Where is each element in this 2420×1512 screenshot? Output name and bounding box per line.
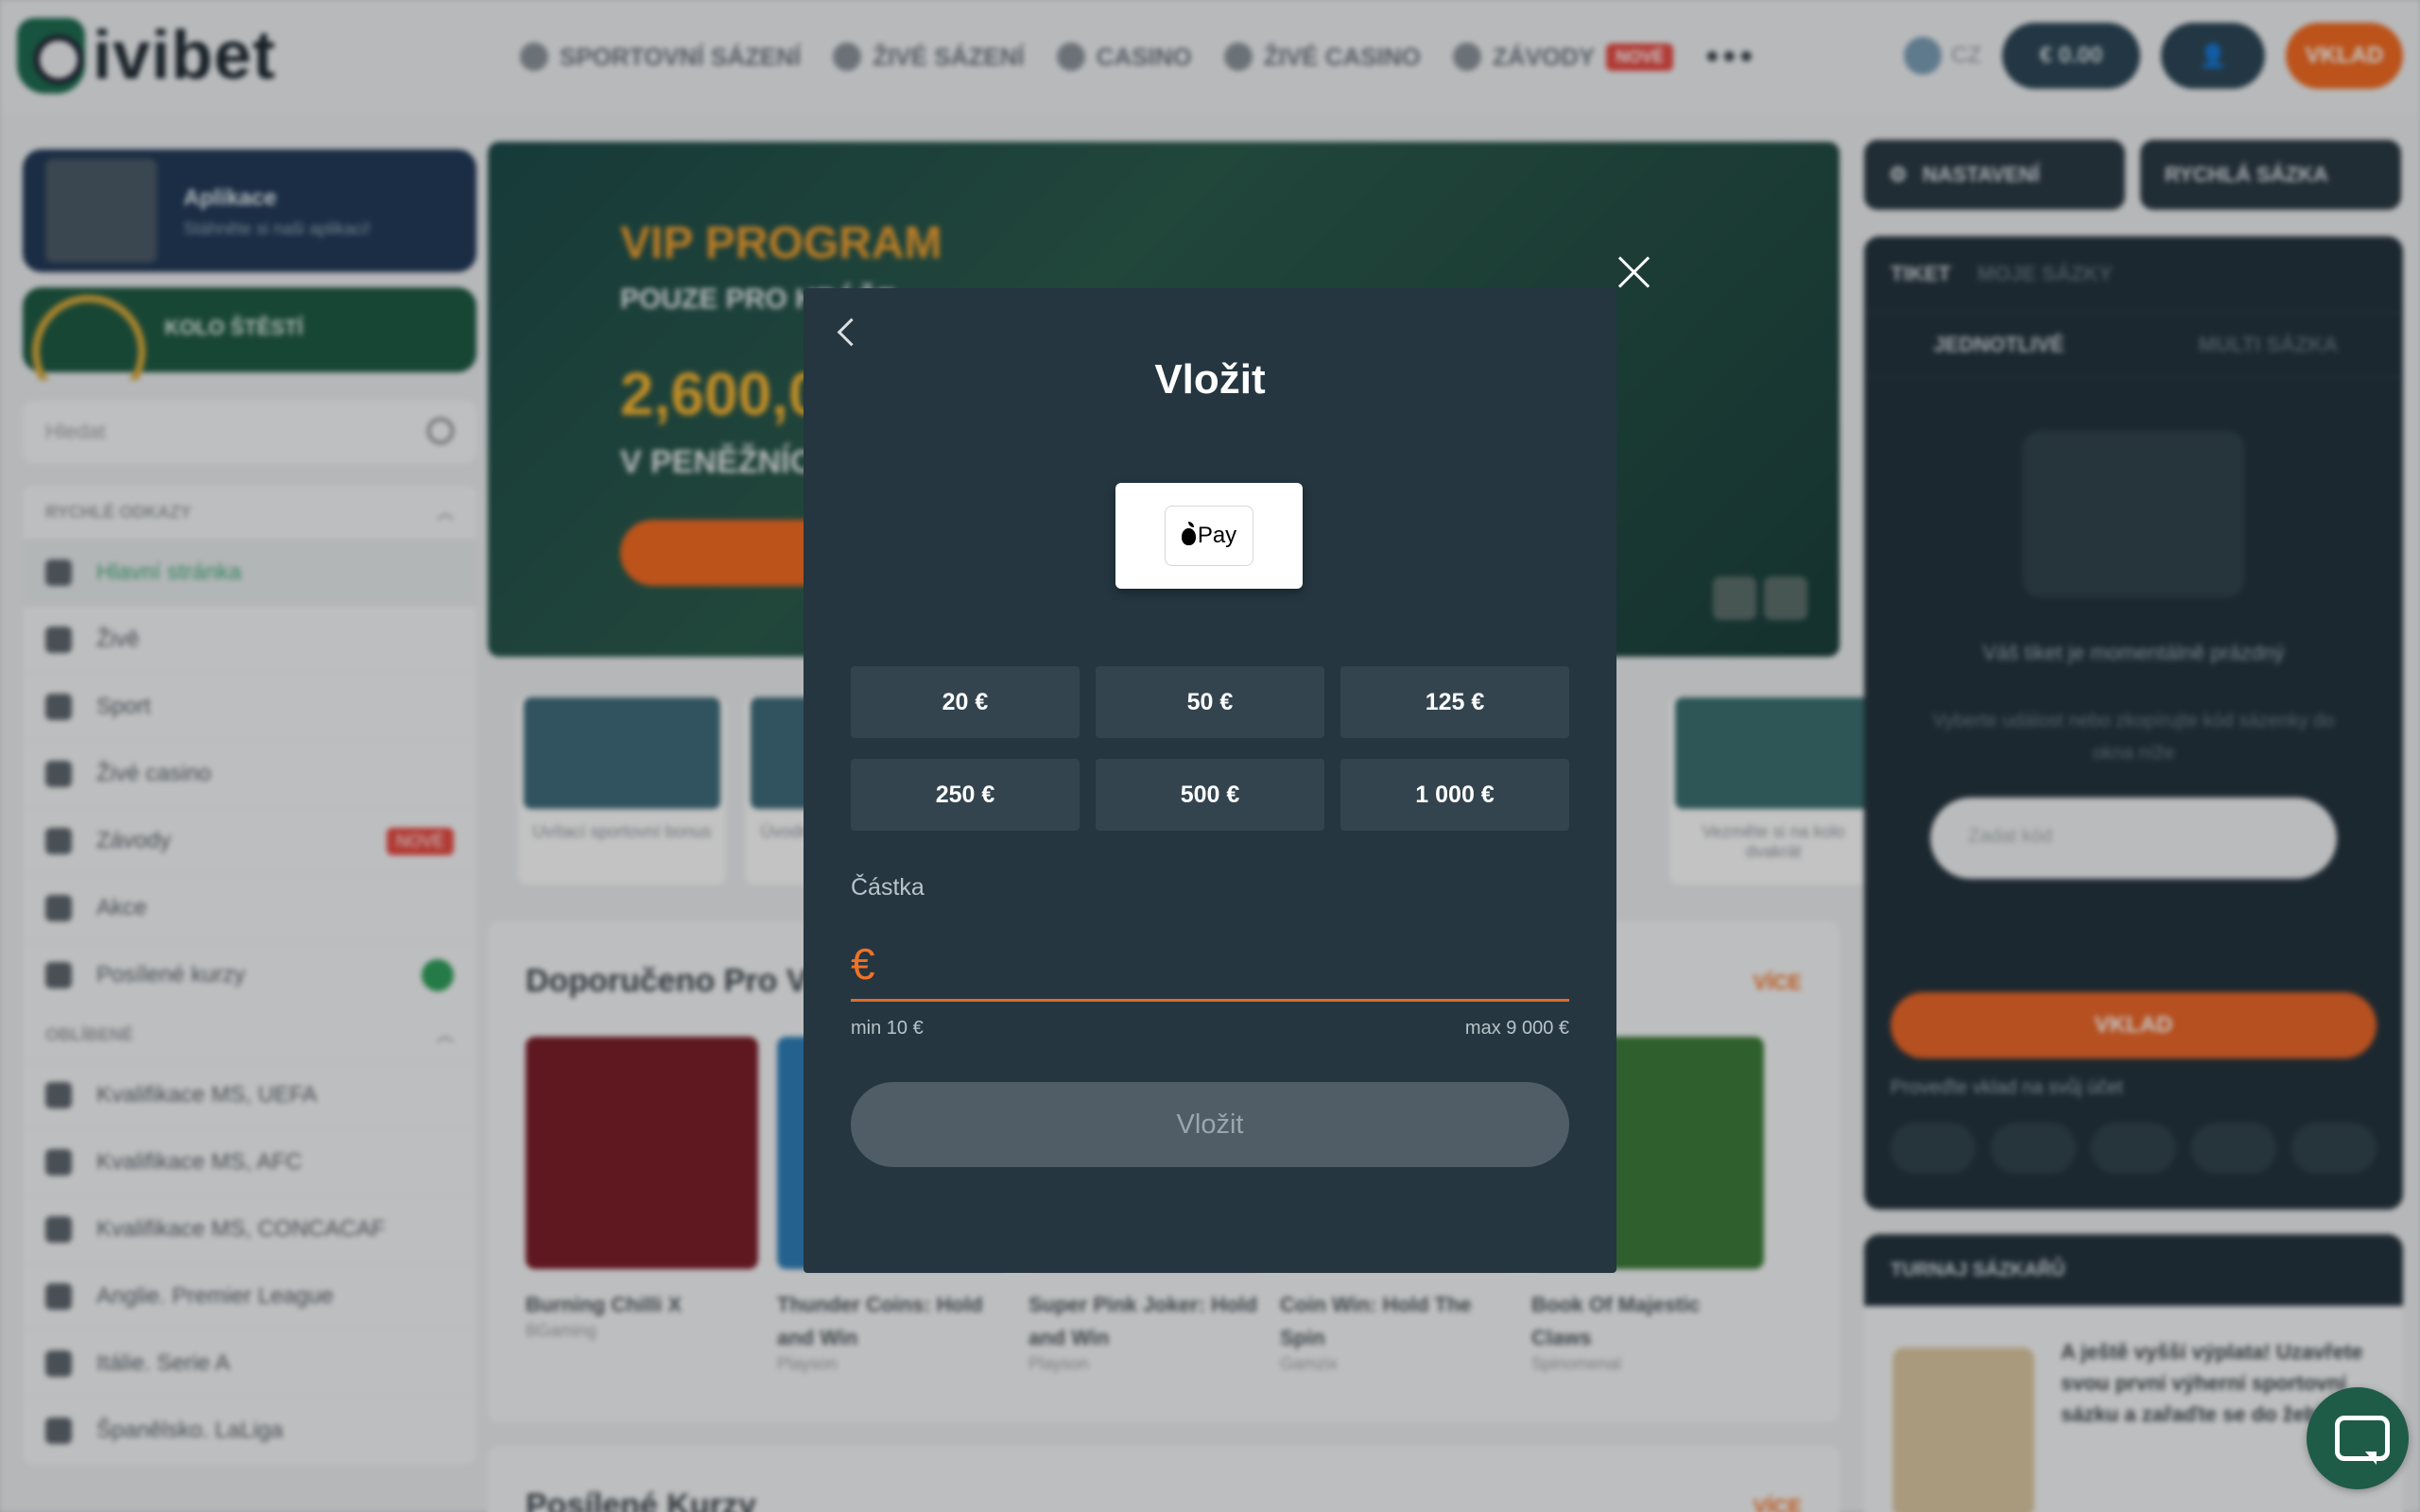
- min-amount: min 10 €: [851, 1018, 924, 1039]
- preset-amount-button[interactable]: 250 €: [851, 759, 1080, 831]
- preset-amount-button[interactable]: 500 €: [1096, 759, 1324, 831]
- close-icon[interactable]: [1613, 251, 1654, 293]
- payment-method-apple-pay[interactable]: Pay: [1115, 483, 1303, 589]
- max-amount: max 9 000 €: [1464, 1018, 1569, 1039]
- preset-amount-button[interactable]: 20 €: [851, 666, 1080, 738]
- apple-icon: [1181, 522, 1196, 545]
- amount-underline: [851, 999, 1569, 1002]
- amount-label: Částka: [851, 874, 925, 901]
- back-arrow-icon[interactable]: [830, 311, 862, 352]
- deposit-modal: Vložit Pay 20 € 50 € 125 € 250 € 500 € 1…: [804, 288, 1616, 1273]
- euro-icon: €: [851, 939, 875, 988]
- deposit-submit-button[interactable]: Vložit: [851, 1082, 1569, 1167]
- preset-amount-button[interactable]: 125 €: [1340, 666, 1569, 738]
- chat-support-icon[interactable]: [2307, 1387, 2409, 1489]
- apple-pay-logo: Pay: [1165, 506, 1253, 566]
- preset-amount-button[interactable]: 1 000 €: [1340, 759, 1569, 831]
- preset-amount-button[interactable]: 50 €: [1096, 666, 1324, 738]
- amount-limits: min 10 € max 9 000 €: [851, 1018, 1569, 1040]
- preset-amounts: 20 € 50 € 125 € 250 € 500 € 1 000 €: [851, 666, 1569, 831]
- apple-pay-label: Pay: [1197, 523, 1237, 548]
- amount-input[interactable]: [898, 940, 1569, 988]
- modal-title: Vložit: [1154, 356, 1266, 403]
